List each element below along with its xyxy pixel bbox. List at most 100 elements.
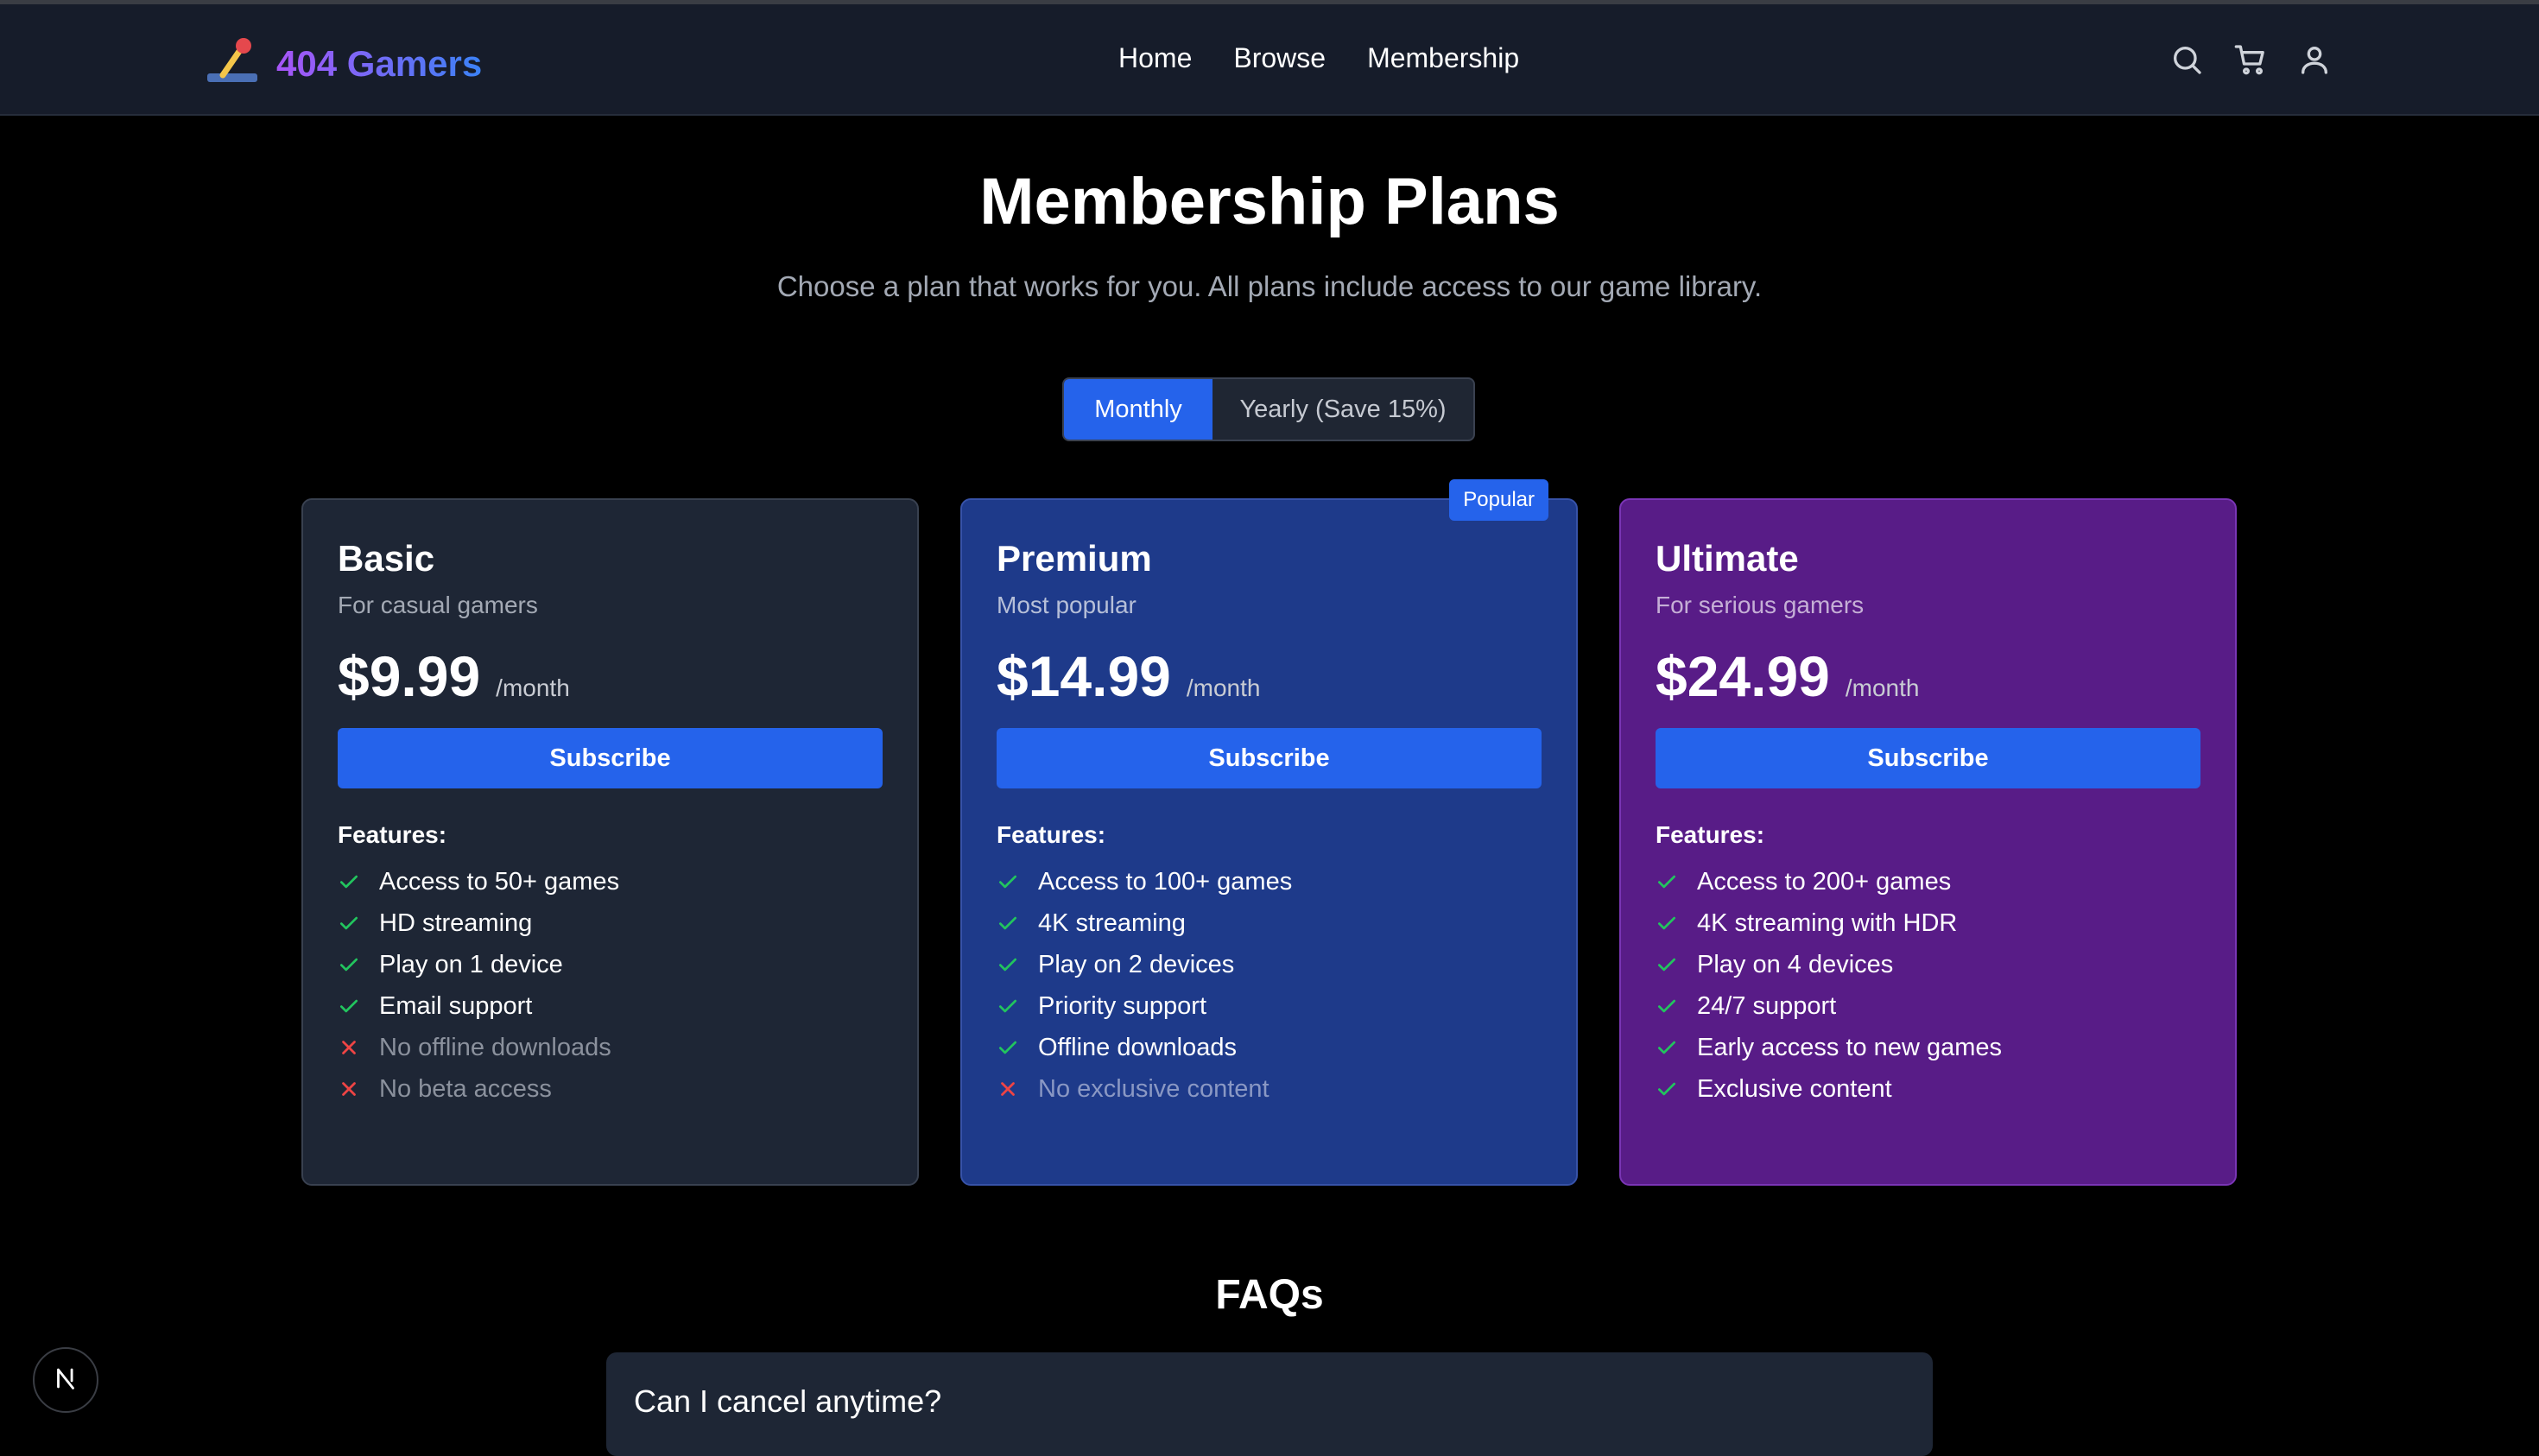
main-nav: Home Browse Membership xyxy=(1118,42,1519,74)
cross-icon xyxy=(338,1078,379,1100)
feature-item: 4K streaming with HDR xyxy=(1656,902,2200,944)
check-icon xyxy=(1656,953,1697,976)
nextjs-devtools-button[interactable] xyxy=(33,1347,98,1413)
features-title: Features: xyxy=(338,821,447,848)
faq-item-cancel[interactable]: Can I cancel anytime? xyxy=(606,1352,1933,1456)
check-icon xyxy=(338,912,379,934)
feature-text: 4K streaming xyxy=(1038,908,1186,937)
check-icon xyxy=(338,870,379,893)
feature-item: Exclusive content xyxy=(1656,1068,2200,1110)
plan-name: Basic xyxy=(338,538,435,579)
nav-membership[interactable]: Membership xyxy=(1367,42,1519,74)
feature-list: Access to 100+ games 4K streaming Play o… xyxy=(997,861,1542,1110)
feature-text: Access to 100+ games xyxy=(1038,867,1293,896)
feature-text: Access to 50+ games xyxy=(379,867,620,896)
search-icon[interactable] xyxy=(2169,42,2204,77)
plan-description: Most popular xyxy=(997,592,1137,618)
faq-title: FAQs xyxy=(1215,1272,1324,1318)
popular-badge: Popular xyxy=(1449,479,1548,521)
check-icon xyxy=(1656,870,1697,893)
nav-home[interactable]: Home xyxy=(1118,42,1192,74)
feature-item: Play on 2 devices xyxy=(997,944,1542,985)
feature-item: 4K streaming xyxy=(997,902,1542,944)
check-icon xyxy=(997,953,1038,976)
feature-text: Early access to new games xyxy=(1697,1033,2002,1061)
feature-text: Priority support xyxy=(1038,991,1207,1020)
check-icon xyxy=(997,995,1038,1017)
check-icon xyxy=(338,953,379,976)
nextjs-logo-icon xyxy=(51,1364,80,1397)
feature-item: Email support xyxy=(338,985,883,1027)
plan-card-premium: Popular Premium Most popular $14.99 /mon… xyxy=(960,479,1578,1186)
nav-browse[interactable]: Browse xyxy=(1233,42,1326,74)
header-actions xyxy=(2169,42,2332,77)
toggle-yearly[interactable]: Yearly (Save 15%) xyxy=(1213,379,1473,440)
feature-text: Email support xyxy=(379,991,533,1020)
plans-grid: Basic For casual gamers $9.99 /month Sub… xyxy=(301,479,2237,1186)
feature-text: Exclusive content xyxy=(1697,1074,1892,1103)
check-icon xyxy=(997,1036,1038,1059)
feature-item: Offline downloads xyxy=(997,1027,1542,1068)
feature-item: Early access to new games xyxy=(1656,1027,2200,1068)
feature-item: No exclusive content xyxy=(997,1068,1542,1110)
check-icon xyxy=(338,995,379,1017)
price-row: $24.99 /month xyxy=(1656,643,2200,709)
feature-item: Priority support xyxy=(997,985,1542,1027)
price-row: $9.99 /month xyxy=(338,643,883,709)
cart-icon[interactable] xyxy=(2233,42,2268,77)
feature-text: No exclusive content xyxy=(1038,1074,1270,1103)
feature-text: Access to 200+ games xyxy=(1697,867,1952,896)
feature-item: No beta access xyxy=(338,1068,883,1110)
feature-text: Play on 4 devices xyxy=(1697,950,1894,978)
brand-logo[interactable]: 404 Gamers xyxy=(206,37,482,90)
plan-name: Premium xyxy=(997,538,1152,579)
feature-text: HD streaming xyxy=(379,908,533,937)
feature-text: Play on 1 device xyxy=(379,950,563,978)
feature-item: Access to 50+ games xyxy=(338,861,883,902)
cross-icon xyxy=(338,1036,379,1059)
faq-question: Can I cancel anytime? xyxy=(634,1383,942,1419)
feature-item: Play on 4 devices xyxy=(1656,944,2200,985)
check-icon xyxy=(997,870,1038,893)
check-icon xyxy=(997,912,1038,934)
billing-toggle: Monthly Yearly (Save 15%) xyxy=(1062,377,1475,441)
plan-period: /month xyxy=(496,674,570,701)
plan-card-basic: Basic For casual gamers $9.99 /month Sub… xyxy=(301,498,919,1186)
site-header: 404 Gamers Home Browse Membership xyxy=(0,4,2539,116)
check-icon xyxy=(1656,995,1697,1017)
feature-item: HD streaming xyxy=(338,902,883,944)
feature-text: No beta access xyxy=(379,1074,552,1103)
feature-text: 24/7 support xyxy=(1697,991,1837,1020)
feature-item: Play on 1 device xyxy=(338,944,883,985)
subscribe-button-premium[interactable]: Subscribe xyxy=(997,728,1542,788)
plan-price: $14.99 xyxy=(997,644,1171,708)
features-title: Features: xyxy=(997,821,1106,848)
user-icon[interactable] xyxy=(2297,42,2332,77)
plan-name: Ultimate xyxy=(1656,538,1799,579)
page-subtitle: Choose a plan that works for you. All pl… xyxy=(776,270,1763,302)
cross-icon xyxy=(997,1078,1038,1100)
plan-price: $24.99 xyxy=(1656,644,1830,708)
subscribe-button-ultimate[interactable]: Subscribe xyxy=(1656,728,2200,788)
check-icon xyxy=(1656,1036,1697,1059)
subscribe-button-basic[interactable]: Subscribe xyxy=(338,728,883,788)
page-title: Membership Plans xyxy=(979,165,1560,238)
plan-period: /month xyxy=(1186,674,1261,701)
check-icon xyxy=(1656,1078,1697,1100)
feature-item: Access to 100+ games xyxy=(997,861,1542,902)
plan-card-ultimate: Ultimate For serious gamers $24.99 /mont… xyxy=(1619,498,2237,1186)
feature-list: Access to 50+ games HD streaming Play on… xyxy=(338,861,883,1110)
plan-period: /month xyxy=(1845,674,1920,701)
feature-item: 24/7 support xyxy=(1656,985,2200,1027)
features-title: Features: xyxy=(1656,821,1765,848)
feature-item: Access to 200+ games xyxy=(1656,861,2200,902)
feature-text: Play on 2 devices xyxy=(1038,950,1235,978)
plan-description: For serious gamers xyxy=(1656,592,1865,618)
feature-text: Offline downloads xyxy=(1038,1033,1238,1061)
toggle-monthly[interactable]: Monthly xyxy=(1064,379,1213,440)
check-icon xyxy=(1656,912,1697,934)
feature-item: No offline downloads xyxy=(338,1027,883,1068)
price-row: $14.99 /month xyxy=(997,643,1542,709)
plan-price: $9.99 xyxy=(338,644,481,708)
plan-description: For casual gamers xyxy=(338,592,538,618)
